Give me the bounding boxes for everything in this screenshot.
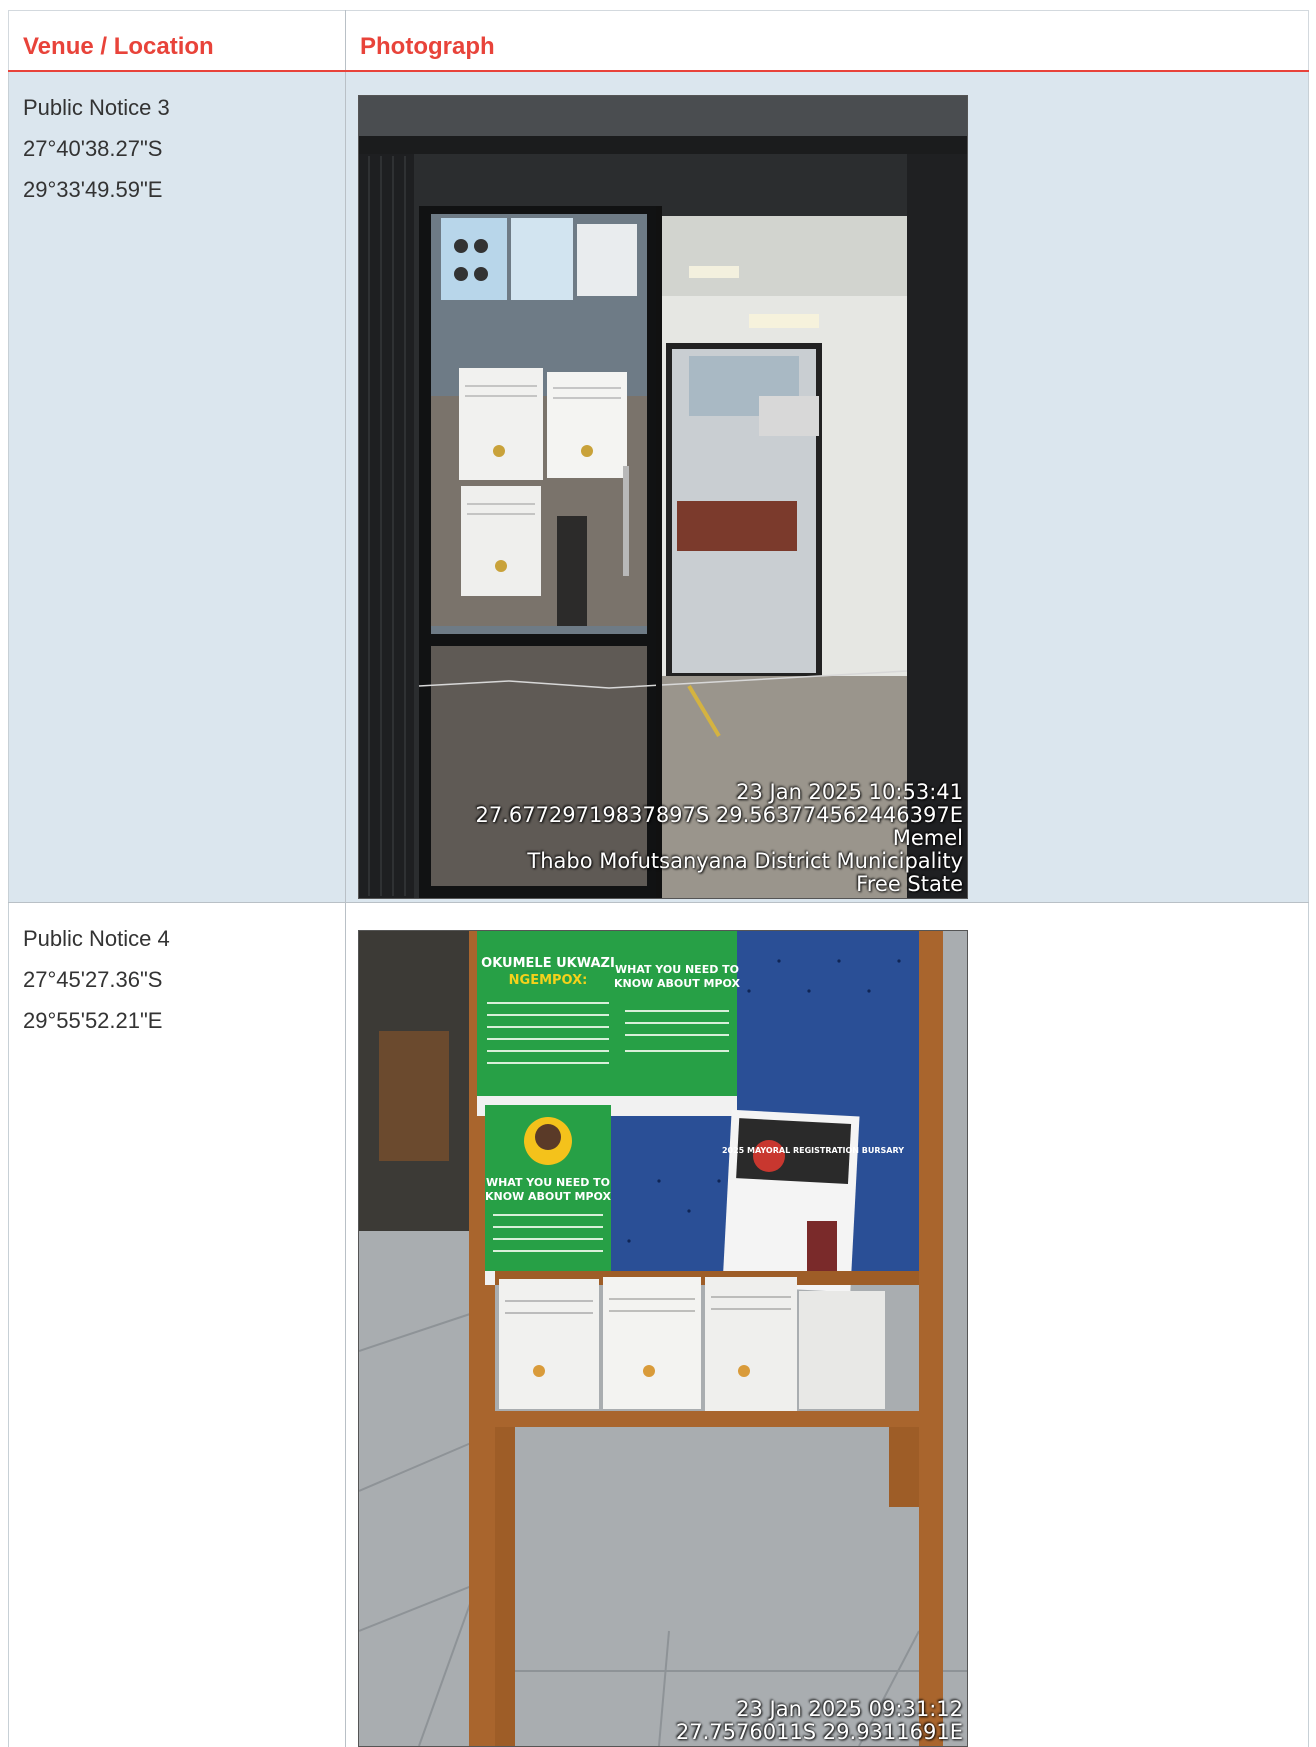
stamp-datetime: 23 Jan 2025 10:53:41: [475, 781, 963, 804]
stamp-datetime: 23 Jan 2025 09:31:12: [676, 1698, 963, 1721]
photo-timestamp-overlay: 23 Jan 2025 09:31:12 27.7576011S 29.9311…: [676, 1698, 963, 1744]
header-cell-photograph: Photograph: [346, 11, 1309, 71]
poster-c-line1: WHAT YOU NEED TO: [486, 1176, 610, 1189]
location-cell: Public Notice 3 27°40'38.27"S 29°33'49.5…: [9, 71, 346, 903]
poster-b-line2: KNOW ABOUT MPOX: [614, 977, 741, 990]
flyer-title: 2025 MAYORAL REGISTRATION BURSARY: [722, 1146, 904, 1155]
photo-cell: OKUMELE UKWAZI NGEMPOX: WHAT YOU NEED TO…: [346, 903, 1309, 1747]
stamp-town: Memel: [475, 827, 963, 850]
table-row: Public Notice 3 27°40'38.27"S 29°33'49.5…: [9, 71, 1309, 903]
latitude: 27°40'38.27"S: [23, 137, 345, 161]
latitude: 27°45'27.36"S: [23, 968, 345, 992]
location-cell: Public Notice 4 27°45'27.36"S 29°55'52.2…: [9, 903, 346, 1747]
door-photo-illustration: [359, 96, 967, 898]
table-row: Public Notice 4 27°45'27.36"S 29°55'52.2…: [9, 903, 1309, 1747]
stamp-municipality: Thabo Mofutsanyana District Municipality: [475, 850, 963, 873]
table-header-row: Venue / Location Photograph: [9, 11, 1309, 71]
venue-name: Public Notice 3: [23, 96, 345, 120]
longitude: 29°33'49.59"E: [23, 178, 345, 202]
board-photo-illustration: OKUMELE UKWAZI NGEMPOX: WHAT YOU NEED TO…: [359, 931, 967, 1746]
poster-c-line2: KNOW ABOUT MPOX: [485, 1190, 612, 1203]
longitude: 29°55'52.21"E: [23, 1009, 345, 1033]
stamp-coordinates: 27.67729719837897S 29.563774562446397E: [475, 804, 963, 827]
photo-timestamp-overlay: 23 Jan 2025 10:53:41 27.67729719837897S …: [475, 781, 963, 896]
header-cell-location: Venue / Location: [9, 11, 346, 71]
header-photograph: Photograph: [346, 11, 1308, 59]
header-venue-location: Venue / Location: [9, 11, 345, 59]
notice-photo-door: 23 Jan 2025 10:53:41 27.67729719837897S …: [358, 95, 968, 899]
poster-a-line2: NGEMPOX:: [509, 973, 588, 988]
photo-cell: 23 Jan 2025 10:53:41 27.67729719837897S …: [346, 71, 1309, 903]
poster-a-line1: OKUMELE UKWAZI: [481, 956, 615, 971]
stamp-province: Free State: [475, 873, 963, 896]
notice-photo-board: OKUMELE UKWAZI NGEMPOX: WHAT YOU NEED TO…: [358, 930, 968, 1747]
venue-photo-table: Venue / Location Photograph Public Notic…: [8, 10, 1309, 1747]
stamp-coordinates: 27.7576011S 29.9311691E: [676, 1721, 963, 1744]
venue-name: Public Notice 4: [23, 927, 345, 951]
poster-b-line1: WHAT YOU NEED TO: [615, 963, 739, 976]
